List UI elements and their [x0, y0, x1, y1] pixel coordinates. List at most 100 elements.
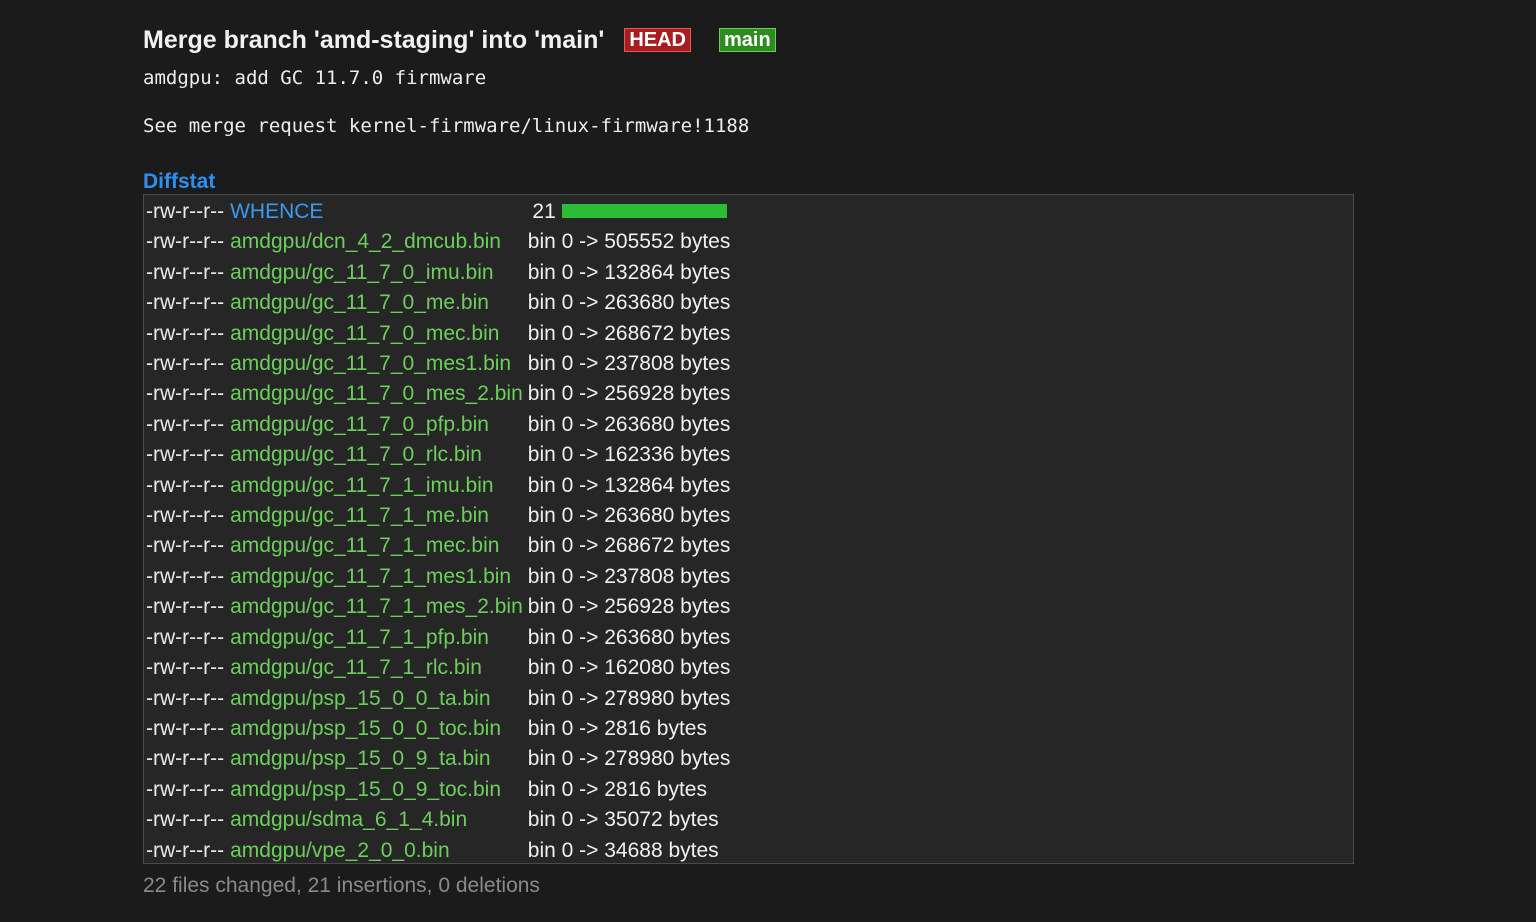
file-link[interactable]: amdgpu/gc_11_7_1_mec.bin: [230, 534, 499, 557]
file-name-cell: amdgpu/gc_11_7_0_mec.bin: [228, 319, 523, 349]
file-link[interactable]: amdgpu/gc_11_7_0_mec.bin: [230, 322, 499, 345]
file-link[interactable]: amdgpu/psp_15_0_0_toc.bin: [230, 717, 501, 740]
table-row: -rw-r--r-- amdgpu/psp_15_0_0_ta.bin bin 0 …: [144, 684, 730, 714]
file-stat-cell: bin 0 -> 2816 bytes: [527, 777, 707, 801]
file-link[interactable]: amdgpu/psp_15_0_9_toc.bin: [230, 778, 501, 801]
file-name-cell: amdgpu/gc_11_7_0_pfp.bin: [228, 410, 523, 440]
file-stat-cell: 21: [523, 197, 731, 227]
file-name-cell: amdgpu/psp_15_0_0_ta.bin: [228, 684, 523, 714]
file-name-cell: amdgpu/gc_11_7_0_mes_2.bin: [228, 379, 523, 409]
file-mode: -rw-r--r--: [146, 595, 225, 619]
commit-view: Merge branch 'amd-staging' into 'main' H…: [143, 22, 1356, 898]
ref-head-badge[interactable]: HEAD: [624, 28, 691, 52]
file-stat-cell: bin 0 -> 263680 bytes: [527, 625, 731, 649]
file-stat-cell: bin 0 -> 162336 bytes: [527, 443, 731, 467]
insertions-bar: [561, 204, 727, 219]
change-count: 21: [532, 200, 556, 223]
file-name-cell: amdgpu/vpe_2_0_0.bin: [228, 836, 523, 866]
file-mode: -rw-r--r--: [146, 747, 225, 771]
file-link[interactable]: amdgpu/gc_11_7_0_mes_2.bin: [230, 382, 523, 405]
file-link[interactable]: amdgpu/gc_11_7_1_rlc.bin: [230, 656, 482, 679]
table-row: -rw-r--r-- amdgpu/gc_11_7_1_pfp.bin bin 0 …: [144, 623, 730, 653]
file-mode: -rw-r--r--: [146, 352, 225, 376]
commit-title: Merge branch 'amd-staging' into 'main': [143, 25, 605, 54]
file-name-cell: amdgpu/gc_11_7_0_mes1.bin: [228, 349, 523, 379]
file-link[interactable]: amdgpu/gc_11_7_0_mes1.bin: [230, 352, 511, 375]
file-stat-cell: bin 0 -> 2816 bytes: [527, 716, 707, 740]
file-link[interactable]: amdgpu/gc_11_7_0_imu.bin: [230, 261, 493, 284]
commit-header: Merge branch 'amd-staging' into 'main' H…: [143, 22, 1356, 58]
table-row: -rw-r--r-- amdgpu/gc_11_7_0_mes1.bin bin 0…: [144, 349, 730, 379]
file-link[interactable]: amdgpu/gc_11_7_1_mes1.bin: [230, 565, 511, 588]
file-stat-cell: bin 0 -> 132864 bytes: [527, 260, 731, 284]
file-name-cell: amdgpu/psp_15_0_9_toc.bin: [228, 775, 523, 805]
table-row: -rw-r--r-- amdgpu/vpe_2_0_0.bin bin 0 -> 3…: [144, 836, 730, 866]
file-stat-cell: bin 0 -> 162080 bytes: [527, 656, 731, 680]
file-stat-cell: bin 0 -> 268672 bytes: [527, 321, 731, 345]
file-link[interactable]: amdgpu/gc_11_7_0_pfp.bin: [230, 413, 489, 436]
file-link[interactable]: amdgpu/gc_11_7_1_me.bin: [230, 504, 489, 527]
file-link[interactable]: amdgpu/psp_15_0_9_ta.bin: [230, 747, 490, 770]
file-mode: -rw-r--r--: [146, 808, 225, 832]
file-mode: -rw-r--r--: [146, 686, 225, 710]
file-name-cell: amdgpu/dcn_4_2_dmcub.bin: [228, 227, 523, 257]
diffstat-body: -rw-r--r-- WHENCE 21 -rw-r--r-- amdgpu/dcn_4…: [144, 197, 730, 866]
file-mode: -rw-r--r--: [146, 534, 225, 558]
file-mode: -rw-r--r--: [146, 777, 225, 801]
file-name-cell: amdgpu/gc_11_7_1_mec.bin: [228, 531, 523, 561]
file-link[interactable]: amdgpu/gc_11_7_1_mes_2.bin: [230, 595, 523, 618]
commit-message-line: amdgpu: add GC 11.7.0 firmware: [143, 67, 487, 89]
file-mode: -rw-r--r--: [146, 260, 225, 284]
file-link[interactable]: WHENCE: [230, 200, 323, 223]
file-stat-cell: bin 0 -> 268672 bytes: [527, 534, 731, 558]
file-name-cell: amdgpu/sdma_6_1_4.bin: [228, 805, 523, 835]
table-row: -rw-r--r-- amdgpu/psp_15_0_9_ta.bin bin 0 …: [144, 744, 730, 774]
commit-message: amdgpu: add GC 11.7.0 firmware See merge …: [143, 66, 1356, 138]
file-name-cell: amdgpu/psp_15_0_9_ta.bin: [228, 744, 523, 774]
file-name-cell: WHENCE: [228, 197, 523, 227]
table-row: -rw-r--r-- amdgpu/gc_11_7_1_imu.bin bin 0 …: [144, 471, 730, 501]
table-row: -rw-r--r-- amdgpu/gc_11_7_0_me.bin bin 0 -…: [144, 288, 730, 318]
file-stat-cell: bin 0 -> 263680 bytes: [527, 412, 731, 436]
file-mode: -rw-r--r--: [146, 230, 225, 254]
file-stat-cell: bin 0 -> 237808 bytes: [527, 352, 731, 376]
table-row: -rw-r--r-- amdgpu/gc_11_7_1_rlc.bin bin 0 …: [144, 653, 730, 683]
table-row: -rw-r--r-- amdgpu/gc_11_7_0_pfp.bin bin 0 …: [144, 410, 730, 440]
table-row: -rw-r--r-- amdgpu/gc_11_7_0_mec.bin bin 0 …: [144, 319, 730, 349]
file-link[interactable]: amdgpu/gc_11_7_1_pfp.bin: [230, 626, 489, 649]
table-row: -rw-r--r-- amdgpu/psp_15_0_9_toc.bin bin 0…: [144, 775, 730, 805]
file-mode: -rw-r--r--: [146, 473, 225, 497]
file-mode: -rw-r--r--: [146, 564, 225, 588]
table-row: -rw-r--r-- amdgpu/gc_11_7_1_me.bin bin 0 -…: [144, 501, 730, 531]
file-link[interactable]: amdgpu/gc_11_7_0_me.bin: [230, 291, 489, 314]
diffstat-header[interactable]: Diffstat: [143, 170, 1356, 194]
diffstat-table-container: -rw-r--r-- WHENCE 21 -rw-r--r-- amdgpu/dcn_4…: [143, 194, 1354, 864]
table-row: -rw-r--r-- amdgpu/gc_11_7_0_mes_2.bin bin …: [144, 379, 730, 409]
file-link[interactable]: amdgpu/psp_15_0_0_ta.bin: [230, 687, 490, 710]
file-name-cell: amdgpu/gc_11_7_1_mes1.bin: [228, 562, 523, 592]
file-link[interactable]: amdgpu/gc_11_7_1_imu.bin: [230, 474, 493, 497]
file-mode: -rw-r--r--: [146, 504, 225, 528]
table-row: -rw-r--r-- amdgpu/dcn_4_2_dmcub.bin bin 0 …: [144, 227, 730, 257]
file-stat-cell: bin 0 -> 237808 bytes: [527, 564, 731, 588]
file-name-cell: amdgpu/gc_11_7_0_rlc.bin: [228, 440, 523, 470]
file-name-cell: amdgpu/gc_11_7_1_rlc.bin: [228, 653, 523, 683]
file-name-cell: amdgpu/gc_11_7_0_imu.bin: [228, 258, 523, 288]
file-name-cell: amdgpu/gc_11_7_1_me.bin: [228, 501, 523, 531]
file-mode: -rw-r--r--: [146, 716, 225, 740]
table-row: -rw-r--r-- amdgpu/gc_11_7_0_imu.bin bin 0 …: [144, 258, 730, 288]
file-link[interactable]: amdgpu/gc_11_7_0_rlc.bin: [230, 443, 482, 466]
table-row: -rw-r--r-- amdgpu/sdma_6_1_4.bin bin 0 -> …: [144, 805, 730, 835]
file-link[interactable]: amdgpu/vpe_2_0_0.bin: [230, 839, 450, 862]
file-name-cell: amdgpu/psp_15_0_0_toc.bin: [228, 714, 523, 744]
file-mode: -rw-r--r--: [146, 838, 225, 862]
ref-branch-badge[interactable]: main: [719, 28, 776, 52]
table-row: -rw-r--r-- WHENCE 21: [144, 197, 730, 227]
file-stat-cell: bin 0 -> 263680 bytes: [527, 291, 731, 315]
file-mode: -rw-r--r--: [146, 625, 225, 649]
file-stat-cell: bin 0 -> 278980 bytes: [527, 686, 731, 710]
file-link[interactable]: amdgpu/dcn_4_2_dmcub.bin: [230, 230, 501, 253]
file-mode: -rw-r--r--: [146, 200, 225, 223]
file-stat-cell: bin 0 -> 35072 bytes: [527, 808, 719, 832]
file-link[interactable]: amdgpu/sdma_6_1_4.bin: [230, 808, 467, 831]
